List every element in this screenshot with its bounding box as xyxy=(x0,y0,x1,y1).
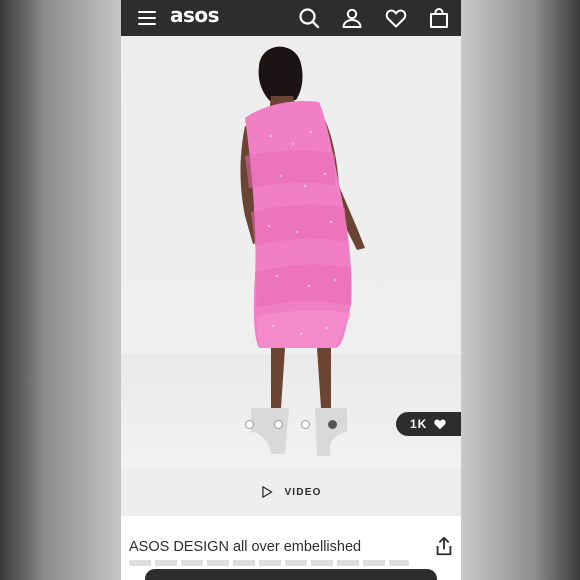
likes-count: 1K xyxy=(410,417,428,431)
phone-screen: asos 1K VIDEO ASOS DESIGN all over embel… xyxy=(121,0,461,580)
carousel-dot[interactable] xyxy=(274,420,283,429)
model-photo xyxy=(240,46,365,456)
heart-icon xyxy=(434,419,446,430)
asos-logo[interactable]: asos xyxy=(170,3,220,27)
carousel-dot[interactable] xyxy=(301,420,310,429)
likes-button[interactable]: 1K xyxy=(396,412,461,436)
carousel-dot-active[interactable] xyxy=(328,420,337,429)
bag-icon[interactable] xyxy=(427,6,451,30)
share-icon[interactable] xyxy=(433,535,455,557)
bottom-action-bar[interactable] xyxy=(145,569,437,580)
menu-icon[interactable] xyxy=(135,6,159,30)
carousel-dot[interactable] xyxy=(245,420,254,429)
product-title: ASOS DESIGN all over embellished xyxy=(129,539,362,555)
top-nav-bar: asos xyxy=(121,0,461,36)
search-icon[interactable] xyxy=(297,6,321,30)
video-button[interactable]: VIDEO xyxy=(121,468,461,516)
heart-icon[interactable] xyxy=(384,6,408,30)
product-image[interactable]: 1K xyxy=(121,36,461,468)
play-icon xyxy=(262,486,273,498)
video-label: VIDEO xyxy=(284,486,322,498)
product-title-continued xyxy=(129,560,409,566)
account-icon[interactable] xyxy=(340,6,364,30)
